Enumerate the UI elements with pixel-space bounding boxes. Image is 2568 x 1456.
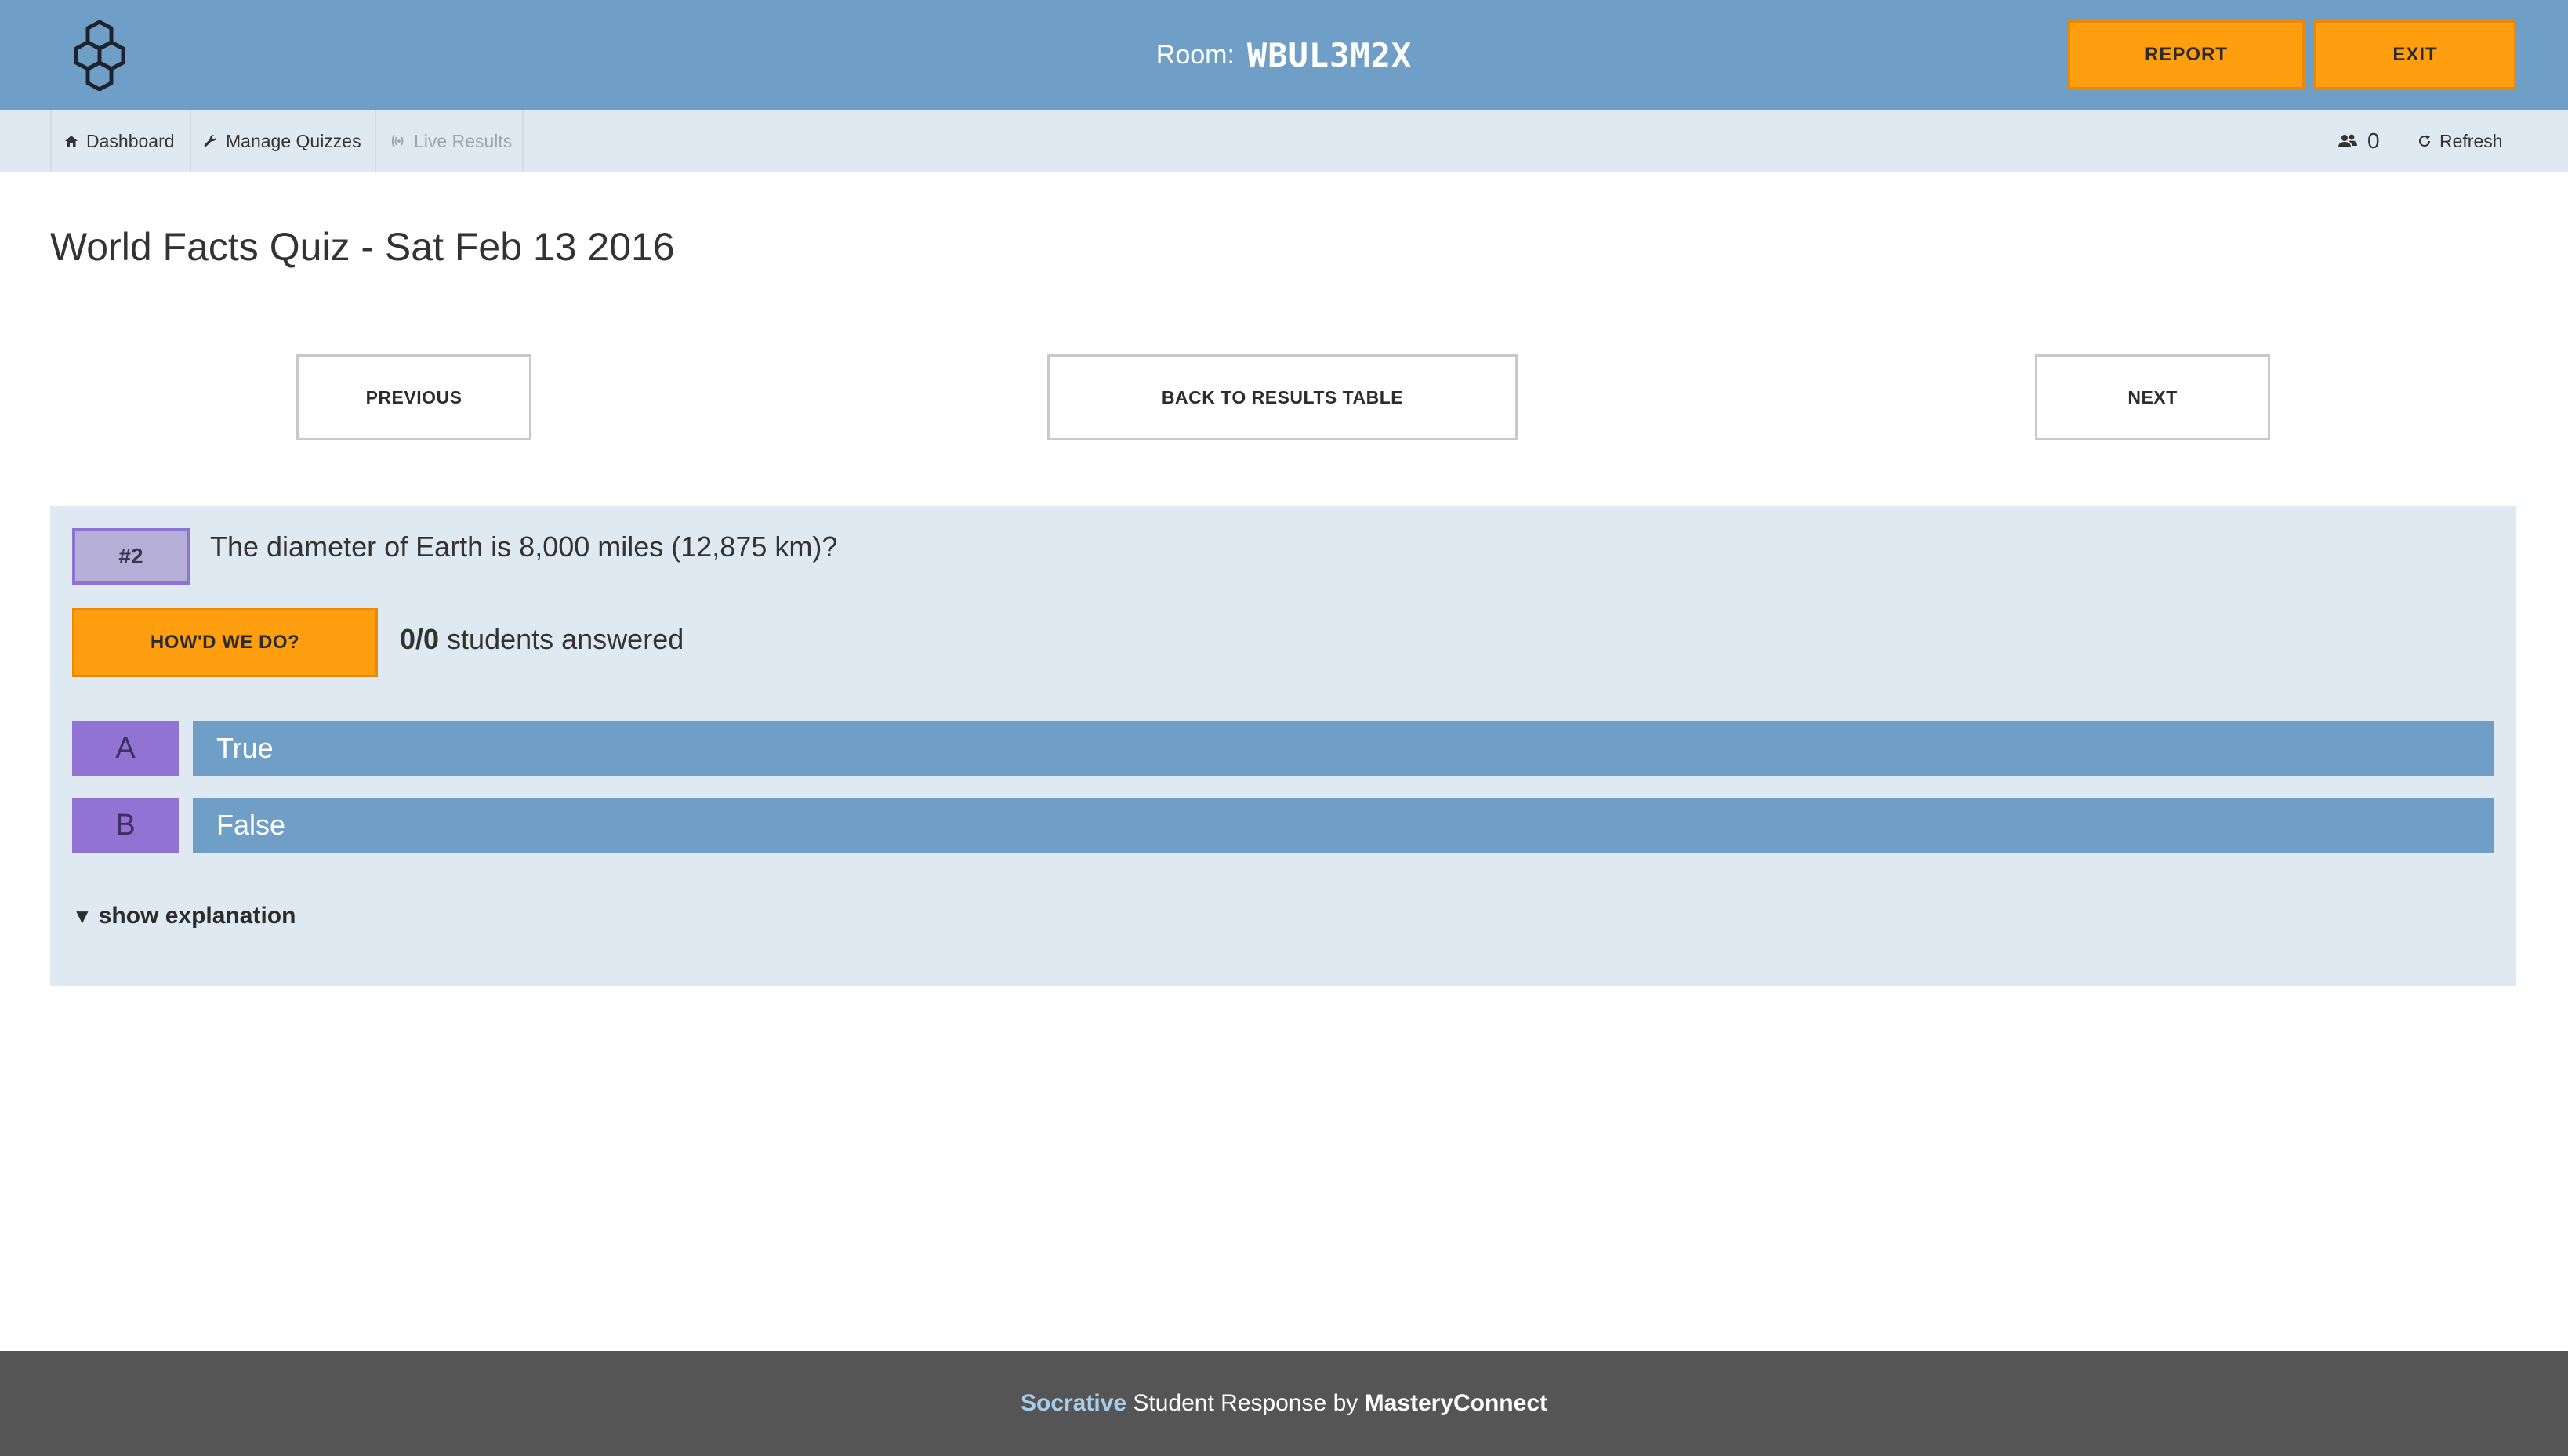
- wrench-icon: [204, 134, 218, 148]
- refresh-label: Refresh: [2439, 130, 2503, 151]
- nav-item-dashboard[interactable]: Dashboard: [50, 110, 190, 172]
- answered-summary: 0/0 students answered: [400, 622, 684, 657]
- refresh-icon: [2417, 134, 2432, 148]
- nav-item-label: Live Results: [414, 130, 513, 151]
- triangle-down-icon: ▼: [72, 904, 92, 928]
- howd-we-do-button[interactable]: HOW'D WE DO?: [72, 608, 378, 677]
- show-explanation-label: show explanation: [98, 903, 296, 929]
- option-text-a: True: [216, 732, 274, 764]
- refresh-button[interactable]: Refresh: [2417, 110, 2503, 172]
- question-panel: #2 The diameter of Earth is 8,000 miles …: [50, 506, 2516, 986]
- report-button[interactable]: REPORT: [2068, 20, 2305, 89]
- broadcast-icon: [392, 133, 406, 149]
- question-number-badge: #2: [72, 528, 190, 585]
- previous-button[interactable]: PREVIOUS: [296, 354, 531, 440]
- footer: Socrative Student Response by MasteryCon…: [0, 1351, 2568, 1456]
- option-bar-b: False: [193, 798, 2494, 853]
- exit-button[interactable]: EXIT: [2314, 20, 2516, 89]
- footer-company[interactable]: MasteryConnect: [1365, 1390, 1547, 1417]
- room-label: Room:: [1155, 39, 1235, 70]
- answered-count: 0/0: [400, 623, 440, 655]
- nav-item-live-results[interactable]: Live Results: [375, 110, 524, 172]
- next-button[interactable]: NEXT: [2035, 354, 2270, 440]
- top-header: Room: WBUL3M2X REPORT EXIT: [0, 0, 2568, 110]
- option-letter-a: A: [72, 721, 179, 776]
- nav-bar: Dashboard Manage Quizzes Live Results 0 …: [0, 110, 2568, 172]
- nav-item-label: Dashboard: [86, 130, 175, 151]
- show-explanation-toggle[interactable]: ▼ show explanation: [72, 903, 296, 929]
- footer-brand[interactable]: Socrative: [1021, 1390, 1126, 1417]
- answered-text: students answered: [439, 623, 684, 655]
- home-icon: [64, 134, 78, 148]
- footer-middle: Student Response by: [1126, 1390, 1365, 1416]
- option-text-b: False: [216, 809, 286, 841]
- back-to-results-button[interactable]: BACK TO RESULTS TABLE: [1047, 354, 1518, 440]
- student-count-value: 0: [2367, 129, 2380, 153]
- users-icon: [2338, 133, 2358, 149]
- student-count: 0: [2338, 110, 2380, 172]
- option-letter-b: B: [72, 798, 179, 853]
- question-text: The diameter of Earth is 8,000 miles (12…: [210, 531, 838, 563]
- nav-item-label: Manage Quizzes: [226, 130, 361, 151]
- page-title: World Facts Quiz - Sat Feb 13 2016: [50, 225, 675, 269]
- room-code: WBUL3M2X: [1246, 35, 1413, 74]
- option-bar-a: True: [193, 721, 2494, 776]
- nav-item-manage-quizzes[interactable]: Manage Quizzes: [190, 110, 375, 172]
